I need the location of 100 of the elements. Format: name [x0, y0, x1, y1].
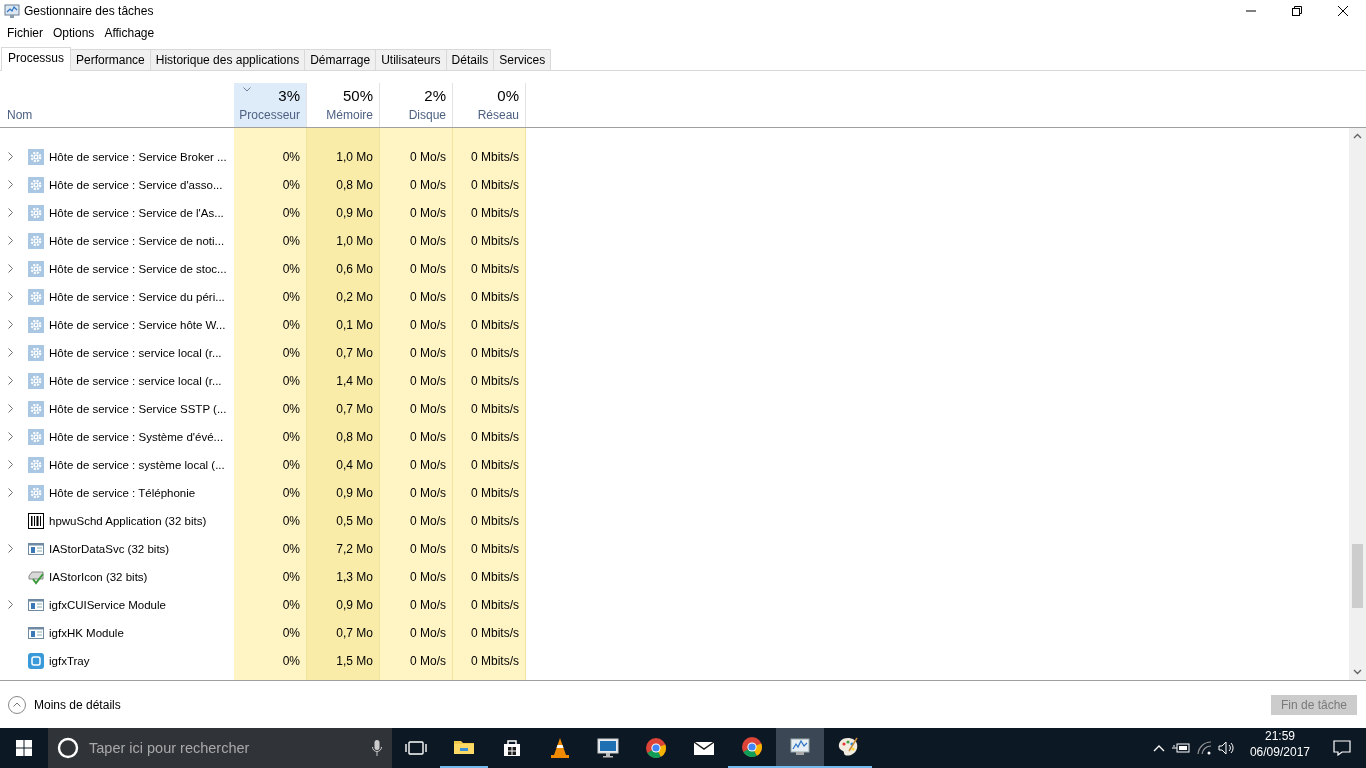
expand-chevron-icon[interactable] [8, 292, 13, 302]
speech-bubble-icon [1333, 740, 1351, 756]
process-name: Hôte de service : Service d'asso... [49, 178, 223, 191]
clock-time[interactable]: 21:59 [1264, 728, 1295, 744]
window-icon [28, 540, 44, 557]
table-cell-text: 0 Mo/s [409, 484, 447, 502]
search-field[interactable]: Taper ici pour rechercher [48, 728, 392, 768]
table-cell-text: 0 Mo/s [409, 148, 447, 166]
table-cell-text: 0% [281, 568, 301, 586]
process-name: Hôte de service : Service Broker ... [49, 150, 227, 163]
table-cell-text: 0 Mbits/s [470, 232, 520, 250]
tab[interactable]: Détails [445, 48, 495, 70]
menu-item[interactable]: Options [48, 25, 100, 40]
scrollbar-thumb[interactable] [1352, 543, 1363, 608]
table-cell-text: 0,7 Mo [335, 400, 374, 418]
column-label: Processeur [239, 107, 300, 122]
expand-chevron-icon[interactable] [8, 264, 13, 274]
expand-chevron-icon[interactable] [8, 348, 13, 358]
browser-logo-icon [740, 735, 764, 759]
gear-icon [28, 372, 44, 389]
cortana-circle-icon [57, 737, 79, 759]
expand-chevron-icon[interactable] [8, 320, 13, 330]
process-name: Hôte de service : Service hôte W... [49, 318, 226, 331]
column-header[interactable]: 0% Réseau [453, 82, 526, 127]
table-cell-text: 0 Mo/s [409, 204, 447, 222]
expand-chevron-icon[interactable] [8, 152, 13, 162]
table-cell-text: 0,1 Mo [335, 316, 374, 334]
window-icon [28, 624, 44, 641]
collapse-up-icon[interactable] [8, 695, 26, 714]
tab[interactable]: Démarrage [304, 48, 377, 70]
table-cell-text: 0 Mo/s [409, 428, 447, 446]
window-title: Gestionnaire des tâches [24, 4, 155, 18]
column-header[interactable]: 50% Mémoire [307, 82, 380, 127]
browser-logo-icon [644, 736, 668, 760]
table-cell-text: 0 Mo/s [409, 400, 447, 418]
table-cell-text: 0,9 Mo [335, 484, 374, 502]
table-cell-text: 1,0 Mo [335, 148, 374, 166]
scrollbar[interactable] [1349, 127, 1366, 681]
column-total: 3% [278, 86, 300, 104]
table-cell-text: 0% [281, 400, 301, 418]
table-cell-text: 0 Mo/s [409, 540, 447, 558]
wifi-icon[interactable] [1195, 741, 1212, 755]
expand-chevron-icon[interactable] [8, 376, 13, 386]
tab[interactable]: Historique des applications [149, 48, 306, 70]
battery-plug-icon[interactable] [1171, 741, 1190, 755]
gear-icon [28, 260, 44, 277]
menu-item[interactable]: Affichage [99, 25, 160, 40]
expand-chevron-icon[interactable] [8, 236, 13, 246]
windows-logo-icon [16, 740, 32, 756]
column-total: 0% [497, 86, 519, 104]
table-cell-text: 0,2 Mo [335, 288, 374, 306]
fewer-details-link[interactable]: Moins de détails [34, 697, 121, 712]
process-name: Hôte de service : Système d'évé... [49, 430, 224, 443]
table-cell-text: 0% [281, 232, 301, 250]
column-header[interactable]: 3% Processeur [234, 82, 307, 127]
table-cell-text: 0 Mo/s [409, 316, 447, 334]
expand-chevron-icon[interactable] [8, 208, 13, 218]
window-icon [28, 596, 44, 613]
table-cell-text: 0 Mbits/s [470, 568, 520, 586]
expand-chevron-icon[interactable] [8, 460, 13, 470]
table-cell-text: 0 Mbits/s [470, 372, 520, 390]
gear-icon [28, 484, 44, 501]
table-cell-text: 0 Mbits/s [470, 344, 520, 362]
table-cell-text: 0% [281, 148, 301, 166]
process-name: igfxTray [49, 654, 90, 667]
expand-chevron-icon[interactable] [8, 488, 13, 498]
table-cell-text: 0 Mo/s [409, 624, 447, 642]
column-header[interactable]: 2% Disque [380, 82, 453, 127]
column-label: Disque [408, 107, 446, 122]
table-cell-text: 0 Mbits/s [470, 456, 520, 474]
process-name: hpwuSchd Application (32 bits) [49, 514, 207, 527]
tab[interactable]: Utilisateurs [375, 48, 447, 70]
table-cell-text: 0,8 Mo [335, 176, 374, 194]
gear-icon [28, 288, 44, 305]
microphone-icon[interactable] [372, 740, 382, 756]
expand-chevron-icon[interactable] [8, 544, 13, 554]
column-label: Mémoire [326, 107, 373, 122]
table-cell-text: 0% [281, 456, 301, 474]
speaker-icon[interactable] [1217, 741, 1236, 755]
table-cell-text: 0 Mo/s [409, 652, 447, 670]
taskbar-button[interactable] [776, 728, 824, 768]
gear-icon [28, 232, 44, 249]
table-cell-text: 0% [281, 624, 301, 642]
table-cell-text: 0,9 Mo [335, 596, 374, 614]
traffic-cone-icon [548, 736, 572, 760]
table-cell-text: 0 Mbits/s [470, 540, 520, 558]
expand-chevron-icon[interactable] [8, 600, 13, 610]
column-header[interactable]: Nom [0, 107, 234, 127]
expand-chevron-icon[interactable] [8, 404, 13, 414]
table-cell-text: 0 Mbits/s [470, 596, 520, 614]
column-total: 50% [342, 86, 373, 104]
tab[interactable]: Services [493, 48, 552, 70]
clock-date[interactable]: 06/09/2017 [1249, 744, 1310, 760]
table-cell-text: 0,4 Mo [335, 456, 374, 474]
tab[interactable]: Processus [1, 46, 72, 71]
tab[interactable]: Performance [70, 48, 151, 70]
expand-chevron-icon[interactable] [8, 180, 13, 190]
expand-chevron-icon[interactable] [8, 432, 13, 442]
menu-item[interactable]: Fichier [2, 25, 48, 40]
table-cell-text: 0% [281, 316, 301, 334]
